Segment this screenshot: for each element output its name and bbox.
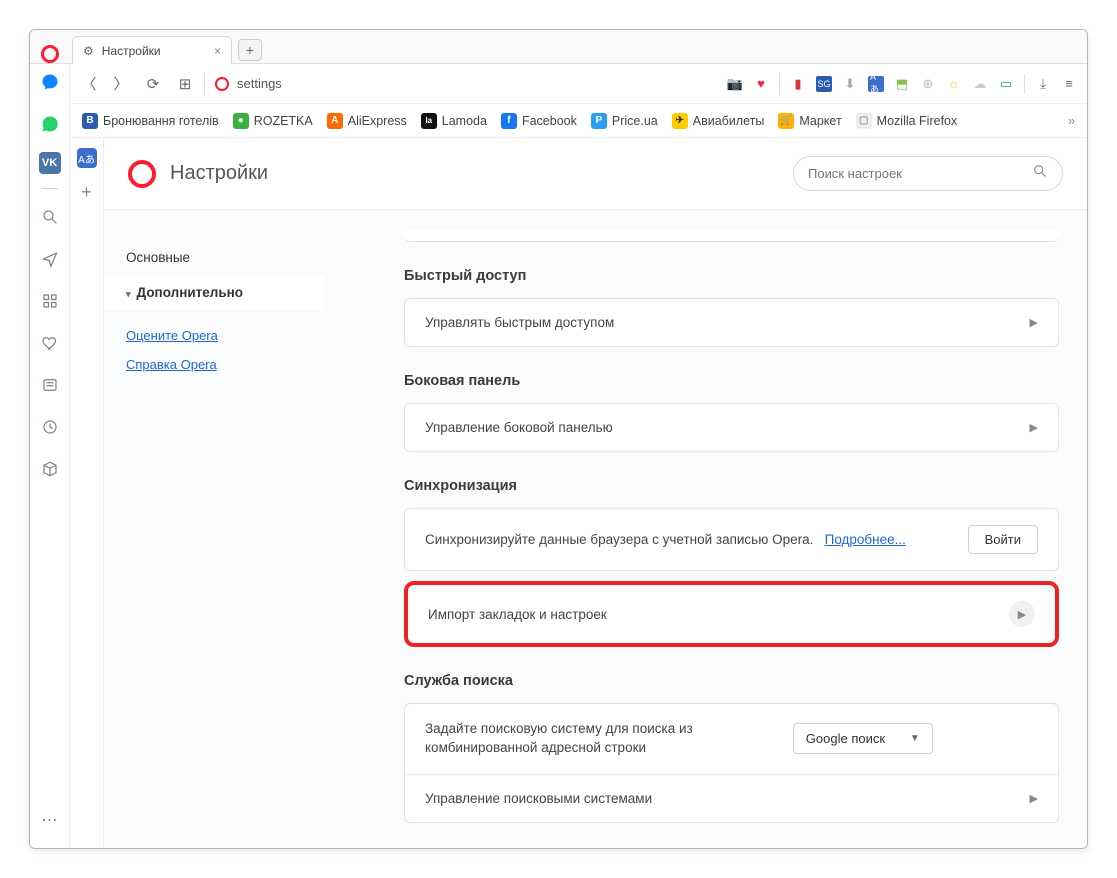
settings-content: Быстрый доступ Управлять быстрым доступо…	[324, 210, 1087, 848]
page-rail: Aあ +	[70, 138, 104, 848]
ext-sun-icon[interactable]: ☼	[946, 76, 962, 92]
settings-header: Настройки	[104, 138, 1087, 210]
package-icon[interactable]	[36, 455, 64, 483]
vk-icon[interactable]: VK	[39, 152, 61, 174]
search-icon[interactable]	[36, 203, 64, 231]
heart-icon[interactable]	[36, 329, 64, 357]
reload-button[interactable]: ⟳	[144, 75, 162, 93]
bookmark-item[interactable]: laLamoda	[421, 113, 487, 129]
section-heading-search: Служба поиска	[404, 673, 1059, 689]
rail-add-button[interactable]: +	[81, 182, 92, 203]
address-bar[interactable]: settings	[215, 76, 717, 91]
send-icon[interactable]	[36, 245, 64, 273]
toolbar: 〈 〉 ⟳ ⊞ settings 📷 ♥ ▮	[70, 64, 1087, 104]
easy-setup-icon[interactable]: ≡	[1061, 76, 1077, 92]
row-import-bookmarks[interactable]: Импорт закладок и настроек ▶	[408, 585, 1055, 643]
whatsapp-icon[interactable]	[36, 110, 64, 138]
highlighted-import-row: Импорт закладок и настроек ▶	[404, 581, 1059, 647]
link-help-opera[interactable]: Справка Opera	[126, 357, 302, 372]
bookmark-item[interactable]: BБронювання готелів	[82, 113, 219, 129]
bookmark-item[interactable]: PPrice.ua	[591, 113, 658, 129]
forward-button[interactable]: 〉	[112, 73, 130, 94]
ext-1-icon[interactable]: ▮	[790, 76, 806, 92]
settings-search[interactable]	[793, 156, 1063, 191]
section-heading-sidebar: Боковая панель	[404, 373, 1059, 389]
site-info-icon	[215, 77, 229, 91]
tab-close-button[interactable]: ×	[214, 44, 221, 58]
row-manage-sidebar[interactable]: Управление боковой панелью ▶	[405, 404, 1058, 451]
chevron-right-icon: ▶	[1030, 316, 1038, 329]
gear-icon: ⚙	[83, 44, 94, 58]
opera-logo-icon	[128, 160, 156, 188]
tab-settings[interactable]: ⚙ Настройки ×	[72, 36, 232, 64]
row-manage-speeddial[interactable]: Управлять быстрым доступом ▶	[405, 299, 1058, 346]
ext-picture-icon[interactable]: ▭	[998, 76, 1014, 92]
snapshot-icon[interactable]: 📷	[727, 76, 743, 92]
speeddial-icon[interactable]	[36, 287, 64, 315]
link-rate-opera[interactable]: Оцените Opera	[126, 328, 302, 343]
row-manage-search-engines[interactable]: Управление поисковыми системами ▶	[405, 774, 1058, 822]
tiles-icon[interactable]: ⊞	[176, 75, 194, 93]
extension-toolbar: 📷 ♥ ▮ SG ⬇ Aあ ⬒ ⊕ ☼ ☁ ▭ ⤓ ≡	[727, 74, 1077, 94]
row-sync-info: Синхронизируйте данные браузера с учетно…	[405, 509, 1058, 570]
chevron-right-icon: ▶	[1030, 792, 1038, 805]
messenger-icon[interactable]	[36, 68, 64, 96]
ext-cloud-icon[interactable]: ☁	[972, 76, 988, 92]
more-icon[interactable]: ⋯	[36, 806, 64, 834]
chevron-right-icon: ▶	[1030, 421, 1038, 434]
bookmark-item[interactable]: ●ROZETKA	[233, 113, 313, 129]
search-icon	[1032, 163, 1048, 184]
bookmark-item[interactable]: fFacebook	[501, 113, 577, 129]
ext-sg-icon[interactable]: SG	[816, 76, 832, 92]
nav-basic[interactable]: Основные	[104, 240, 324, 275]
address-text: settings	[237, 76, 282, 91]
new-tab-button[interactable]: +	[238, 39, 262, 61]
search-engine-select[interactable]: Google поиск ▼	[793, 723, 933, 754]
login-button[interactable]: Войти	[968, 525, 1038, 554]
ext-android-icon[interactable]: ⬒	[894, 76, 910, 92]
chevron-down-icon: ▼	[910, 733, 920, 744]
bookmark-item[interactable]: ✈Авиабилеты	[672, 113, 765, 129]
settings-nav: Основные Дополнительно Оцените Opera Спр…	[104, 210, 324, 848]
bookmarks-overflow-button[interactable]: »	[1068, 114, 1075, 128]
bookmark-item[interactable]: 🛒Маркет	[778, 113, 841, 129]
tab-strip-area: ⚙ Настройки × +	[30, 30, 1087, 64]
browser-sidebar: VK ⋯	[30, 64, 70, 848]
opera-menu-button[interactable]	[30, 45, 70, 63]
section-heading-sync: Синхронизация	[404, 478, 1059, 494]
news-icon[interactable]	[36, 371, 64, 399]
back-button[interactable]: 〈	[80, 73, 98, 94]
history-icon[interactable]	[36, 413, 64, 441]
tab-title: Настройки	[102, 44, 161, 58]
nav-advanced[interactable]: Дополнительно	[104, 275, 324, 310]
chevron-right-icon: ▶	[1009, 601, 1035, 627]
previous-section-tail	[404, 230, 1059, 242]
downloads-icon[interactable]: ⤓	[1035, 76, 1051, 92]
ext-translate-icon[interactable]: Aあ	[868, 76, 884, 92]
settings-search-input[interactable]	[808, 166, 1032, 181]
bookmark-item[interactable]: AAliExpress	[327, 113, 407, 129]
page-title: Настройки	[170, 162, 268, 185]
heart-ext-icon[interactable]: ♥	[753, 76, 769, 92]
translate-chip-icon[interactable]: Aあ	[77, 148, 97, 168]
bookmark-item[interactable]: ▢Mozilla Firefox	[856, 113, 958, 129]
ext-puzzle-icon[interactable]: ⊕	[920, 76, 936, 92]
bookmarks-bar: BБронювання готелів ●ROZETKA AAliExpress…	[70, 104, 1087, 138]
link-sync-more[interactable]: Подробнее...	[825, 532, 906, 547]
row-search-engine: Задайте поисковую систему для поиска из …	[405, 704, 1058, 774]
ext-download-icon[interactable]: ⬇	[842, 76, 858, 92]
section-heading-speeddial: Быстрый доступ	[404, 268, 1059, 284]
